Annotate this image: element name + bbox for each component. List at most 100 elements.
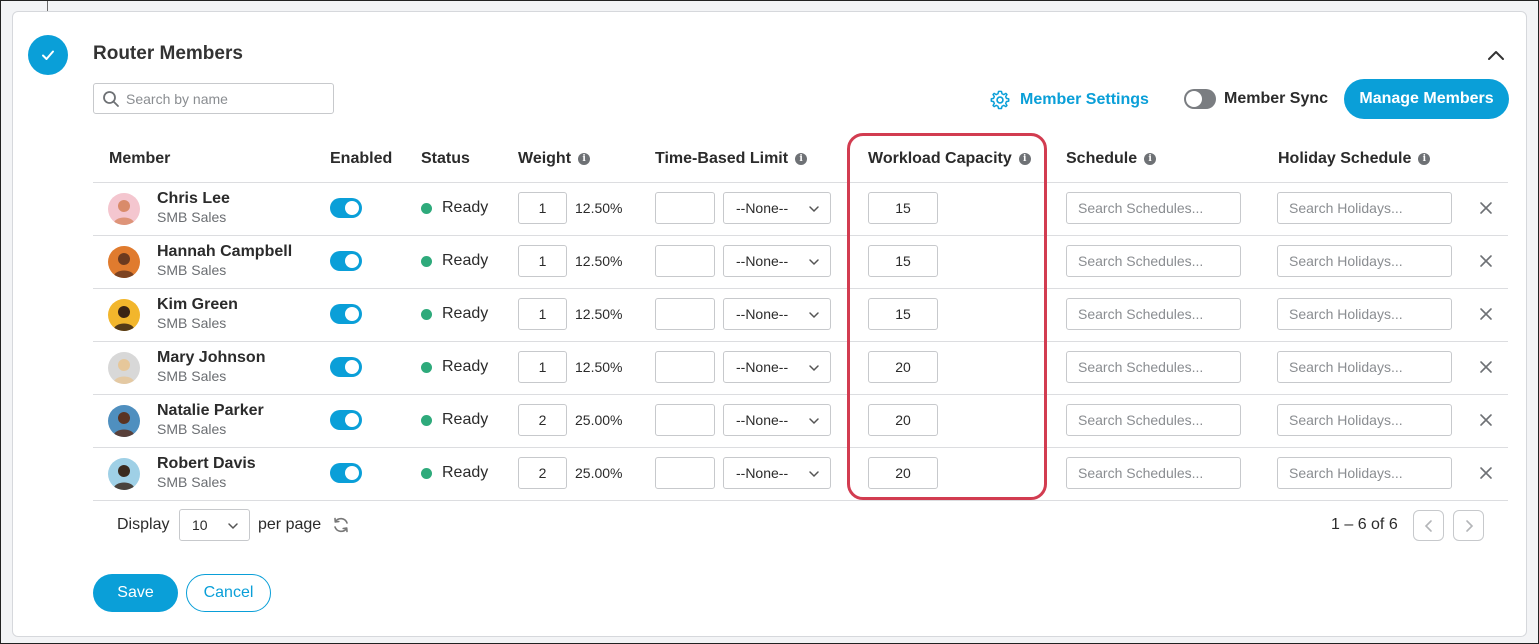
per-page-label: per page <box>258 516 322 533</box>
status-dot <box>421 308 432 320</box>
info-icon[interactable]: i <box>578 153 591 165</box>
time-limit-input[interactable] <box>655 298 715 330</box>
remove-member-icon[interactable] <box>1479 413 1493 427</box>
status-indicator: Ready <box>421 358 488 376</box>
schedule-search-input[interactable]: Search Schedules... <box>1066 245 1241 277</box>
person-icon <box>113 200 135 225</box>
refresh-icon[interactable] <box>332 516 350 534</box>
status-indicator: Ready <box>421 464 488 482</box>
schedule-search-input[interactable]: Search Schedules... <box>1066 457 1241 489</box>
weight-input[interactable]: 1 <box>518 245 567 277</box>
time-limit-unit-select[interactable]: --None-- <box>723 457 831 489</box>
header-member-label: Member <box>109 150 171 167</box>
time-limit-input[interactable] <box>655 351 715 383</box>
status-dot <box>421 202 432 214</box>
person-icon <box>113 306 135 331</box>
member-settings-link[interactable]: Member Settings <box>989 89 1149 111</box>
member-name: Chris Lee <box>157 190 230 207</box>
info-icon[interactable]: i <box>1144 153 1157 165</box>
enabled-toggle[interactable] <box>330 198 362 218</box>
previous-page-button[interactable] <box>1413 510 1444 541</box>
holiday-search-input[interactable]: Search Holidays... <box>1277 351 1452 383</box>
weight-percentage: 25.00% <box>575 465 623 481</box>
status-label: Ready <box>442 252 489 269</box>
search-input[interactable] <box>126 90 326 107</box>
avatar <box>108 458 140 490</box>
remove-member-icon[interactable] <box>1479 254 1493 268</box>
chevron-up-icon <box>1488 51 1504 60</box>
weight-percentage: 12.50% <box>575 359 623 375</box>
enabled-toggle[interactable] <box>330 357 362 377</box>
info-icon[interactable]: i <box>795 153 808 165</box>
workload-capacity-input[interactable]: 20 <box>868 457 938 489</box>
holiday-search-input[interactable]: Search Holidays... <box>1277 245 1452 277</box>
time-limit-input[interactable] <box>655 192 715 224</box>
remove-member-icon[interactable] <box>1479 201 1493 215</box>
enabled-toggle[interactable] <box>330 410 362 430</box>
remove-member-icon[interactable] <box>1479 466 1493 480</box>
workload-capacity-input[interactable]: 15 <box>868 245 938 277</box>
search-box[interactable] <box>93 83 334 114</box>
header-status-label: Status <box>421 150 470 167</box>
workload-capacity-input[interactable]: 15 <box>868 298 938 330</box>
status-dot <box>421 467 432 479</box>
schedule-search-input[interactable]: Search Schedules... <box>1066 192 1241 224</box>
workload-capacity-input[interactable]: 15 <box>868 192 938 224</box>
header-schedule: Schedule i <box>1066 150 1157 168</box>
schedule-search-input[interactable]: Search Schedules... <box>1066 404 1241 436</box>
per-page-select[interactable]: 10 <box>179 509 250 541</box>
avatar <box>108 352 140 384</box>
table-divider <box>93 500 1508 501</box>
info-icon[interactable]: i <box>1418 153 1431 165</box>
member-settings-label: Member Settings <box>1020 91 1149 108</box>
time-limit-unit-select[interactable]: --None-- <box>723 192 831 224</box>
time-limit-unit-select[interactable]: --None-- <box>723 404 831 436</box>
header-weight: Weight i <box>518 150 591 168</box>
gear-icon <box>990 90 1010 110</box>
cancel-button[interactable]: Cancel <box>186 574 271 612</box>
schedule-search-input[interactable]: Search Schedules... <box>1066 298 1241 330</box>
manage-members-button[interactable]: Manage Members <box>1344 79 1509 119</box>
holiday-search-input[interactable]: Search Holidays... <box>1277 298 1452 330</box>
save-button[interactable]: Save <box>93 574 178 612</box>
remove-member-icon[interactable] <box>1479 307 1493 321</box>
holiday-search-input[interactable]: Search Holidays... <box>1277 404 1452 436</box>
time-limit-unit-select[interactable]: --None-- <box>723 298 831 330</box>
info-icon[interactable]: i <box>1018 153 1031 165</box>
enabled-toggle[interactable] <box>330 463 362 483</box>
holiday-search-input[interactable]: Search Holidays... <box>1277 457 1452 489</box>
time-limit-input[interactable] <box>655 245 715 277</box>
enabled-toggle[interactable] <box>330 304 362 324</box>
checkmark-icon <box>42 50 54 60</box>
remove-member-icon[interactable] <box>1479 360 1493 374</box>
workload-capacity-input[interactable]: 20 <box>868 404 938 436</box>
status-label: Ready <box>442 464 489 481</box>
member-name: Natalie Parker <box>157 402 264 419</box>
time-limit-unit-select[interactable]: --None-- <box>723 351 831 383</box>
next-page-button[interactable] <box>1453 510 1484 541</box>
chevron-down-icon <box>809 471 819 478</box>
page-frame: Router Members Member Settings Member Sy… <box>0 0 1539 644</box>
chevron-down-icon <box>809 312 819 319</box>
member-sync-toggle[interactable] <box>1184 89 1216 109</box>
status-label: Ready <box>442 199 489 216</box>
status-label: Ready <box>442 305 489 322</box>
chevron-right-icon <box>1465 519 1473 532</box>
select-value: --None-- <box>736 253 789 269</box>
holiday-search-input[interactable]: Search Holidays... <box>1277 192 1452 224</box>
weight-input[interactable]: 1 <box>518 192 567 224</box>
member-team: SMB Sales <box>157 368 227 384</box>
chevron-down-icon <box>228 523 238 530</box>
schedule-search-input[interactable]: Search Schedules... <box>1066 351 1241 383</box>
weight-input[interactable]: 2 <box>518 457 567 489</box>
collapse-button[interactable] <box>1485 45 1507 65</box>
time-limit-input[interactable] <box>655 457 715 489</box>
status-label: Ready <box>442 411 489 428</box>
weight-input[interactable]: 1 <box>518 351 567 383</box>
workload-capacity-input[interactable]: 20 <box>868 351 938 383</box>
weight-input[interactable]: 2 <box>518 404 567 436</box>
weight-input[interactable]: 1 <box>518 298 567 330</box>
time-limit-unit-select[interactable]: --None-- <box>723 245 831 277</box>
time-limit-input[interactable] <box>655 404 715 436</box>
enabled-toggle[interactable] <box>330 251 362 271</box>
